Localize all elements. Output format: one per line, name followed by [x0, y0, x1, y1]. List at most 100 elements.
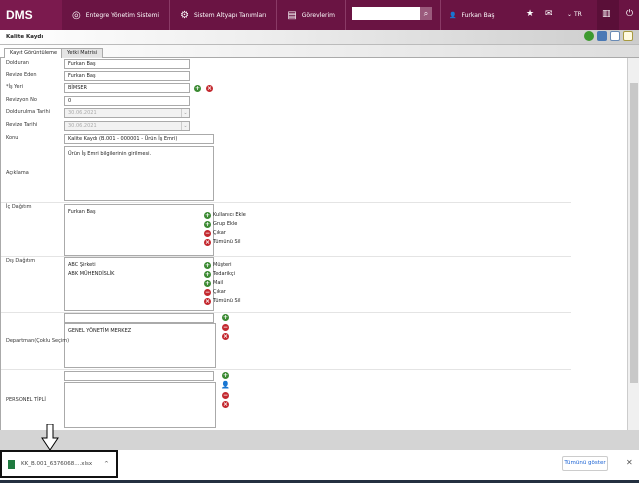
label: Revize Tarihi [6, 122, 38, 128]
delete-icon[interactable]: × [222, 401, 229, 408]
language-label: TR [573, 11, 582, 18]
tumunu-sil-button[interactable]: × Tümünü Sil [204, 297, 240, 306]
date-value: 30.06.2021 [68, 123, 97, 129]
download-bar: KK_B.001_6376068....xlsx ^ Tümünü göster… [0, 450, 639, 480]
logo-text: DMS [6, 8, 33, 22]
list-item[interactable]: Furkan Baş [68, 208, 210, 217]
save-icon[interactable] [597, 31, 607, 41]
clipboard-icon: ▤ [287, 9, 297, 21]
user-icon: 👤 [449, 11, 457, 19]
label: İç Dağıtım [6, 204, 32, 210]
list-item[interactable]: GENEL YÖNETİM MERKEZ [68, 327, 212, 336]
ic-dagitim-actions: + Kullanıcı Ekle + Grup Ekle − Çıkar × Tümün… [204, 211, 246, 247]
arrow-annotation-icon [41, 424, 59, 451]
document-icon[interactable] [610, 31, 620, 41]
delete-icon[interactable]: × [222, 333, 229, 340]
user-menu[interactable]: 👤 Furkan Baş [440, 0, 495, 30]
cikar-button[interactable]: − Çıkar [204, 229, 246, 238]
top-navbar: DMS ◎ Entegre Yönetim Sistemi ⚙ Sistem Alt… [0, 0, 639, 30]
chevron-down-icon[interactable]: ⌄ [181, 122, 189, 130]
action-label: Grup Ekle [213, 221, 238, 227]
close-icon[interactable]: ✕ [626, 458, 633, 467]
departman-input[interactable] [64, 313, 214, 323]
nav-item-entegre[interactable]: ◎ Entegre Yönetim Sistemi [62, 0, 171, 30]
add-icon: + [204, 262, 211, 269]
doldurulma-tarihi-field[interactable]: 30.06.2021 ⌄ [64, 108, 190, 118]
action-label: Kullanıcı Ekle [213, 212, 246, 218]
list-item[interactable]: ABK MÜHENDİSLİK [68, 270, 210, 279]
add-user-icon[interactable]: 👤 [221, 381, 230, 389]
add-icon: + [204, 212, 211, 219]
label: PERSONEL TİPLİ [6, 397, 46, 403]
language-selector[interactable]: ⌄ TR [567, 11, 582, 18]
action-label: Çıkar [213, 230, 226, 236]
form-area: Dolduran Furkan Baş Revize Eden Furkan B… [0, 58, 627, 430]
revize-tarihi-field[interactable]: 30.06.2021 ⌄ [64, 121, 190, 131]
action-label: Çıkar [213, 289, 226, 295]
add-icon[interactable]: + [194, 85, 201, 92]
download-filename: KK_B.001_6376068....xlsx [21, 461, 93, 467]
tumunu-sil-button[interactable]: × Tümünü Sil [204, 238, 246, 247]
tedarikci-button[interactable]: + Tedarikçi [204, 270, 240, 279]
excel-file-icon [8, 459, 15, 469]
chevron-up-icon[interactable]: ^ [104, 461, 109, 467]
tab-yetki-matrisi[interactable]: Yetki Matrisi [61, 48, 104, 58]
power-icon[interactable]: ⏻ [626, 9, 633, 19]
label: Departman(Çoklu Seçim) [6, 338, 70, 344]
dis-dagitim-list[interactable]: ABC Şirketi ABK MÜHENDİSLİK [64, 257, 214, 311]
dms-logo[interactable]: DMS [0, 0, 62, 30]
add-icon[interactable]: + [222, 372, 229, 379]
action-label: Tümünü Sil [213, 239, 241, 245]
back-icon[interactable] [584, 31, 594, 41]
minus-icon[interactable]: − [222, 324, 229, 331]
list-item[interactable]: ABC Şirketi [68, 261, 210, 270]
departman-list[interactable]: GENEL YÖNETİM MERKEZ [64, 323, 216, 368]
book-icon[interactable]: ▥ [597, 0, 619, 30]
download-item[interactable]: KK_B.001_6376068....xlsx ^ [0, 450, 118, 478]
gear-icon: ⚙ [180, 9, 190, 21]
grup-ekle-button[interactable]: + Grup Ekle [204, 220, 246, 229]
label: Dolduran [6, 60, 29, 66]
nav-label: Sistem Altyapı Tanımları [194, 11, 267, 19]
label: Konu [6, 135, 19, 141]
show-all-button[interactable]: Tümünü göster [562, 456, 608, 471]
search-input[interactable] [352, 7, 420, 20]
musteri-button[interactable]: + Müşteri [204, 261, 240, 270]
user-name: Furkan Baş [461, 11, 495, 19]
revize-eden-field[interactable]: Furkan Baş [64, 71, 190, 81]
tab-kayit-goruntuleme[interactable]: Kayıt Görüntüleme [4, 48, 64, 58]
nav-item-gorevlerim[interactable]: ▤ Görevlerim [277, 0, 347, 30]
chevron-down-icon[interactable]: ⌄ [181, 109, 189, 117]
action-label: Tedarikçi [213, 271, 235, 277]
search-icon[interactable]: ⌕ [420, 7, 432, 20]
ic-dagitim-list[interactable]: Furkan Baş [64, 204, 214, 256]
notes-icon[interactable] [623, 31, 633, 41]
scrollbar-thumb[interactable] [630, 83, 638, 383]
add-icon: + [204, 221, 211, 228]
dolduran-field[interactable]: Furkan Baş [64, 59, 190, 69]
personel-input[interactable] [64, 371, 214, 381]
is-yeri-field[interactable]: BİMSER [64, 83, 190, 93]
action-label: Mail [213, 280, 224, 286]
kullanici-ekle-button[interactable]: + Kullanıcı Ekle [204, 211, 246, 220]
nav-item-sistem[interactable]: ⚙ Sistem Altyapı Tanımları [170, 0, 278, 30]
konu-field[interactable]: Kalite Kaydı (B.001 - 000001 - Ürün İş E… [64, 134, 214, 144]
label: Doldurulma Tarihi [6, 109, 51, 115]
mail-icon[interactable]: ✉ [545, 9, 553, 19]
remove-icon[interactable]: × [206, 85, 213, 92]
aciklama-textarea[interactable]: Ürün İş Emri bilgilerinin girilmesi. [64, 146, 214, 201]
revizyon-no-field[interactable]: 0 [64, 96, 190, 106]
cikar-button[interactable]: − Çıkar [204, 288, 240, 297]
page-title: Kalite Kaydı [6, 34, 44, 40]
add-icon: + [204, 271, 211, 278]
add-icon[interactable]: + [222, 314, 229, 321]
minus-icon[interactable]: − [222, 392, 229, 399]
star-icon[interactable]: ★ [526, 9, 534, 19]
target-icon: ◎ [72, 9, 81, 21]
personel-list[interactable] [64, 382, 216, 428]
nav-label: Görevlerim [301, 11, 336, 19]
action-label: Müşteri [213, 262, 232, 268]
mail-button[interactable]: + Mail [204, 279, 240, 288]
scrollbar[interactable] [627, 58, 639, 430]
action-label: Tümünü Sil [213, 298, 241, 304]
